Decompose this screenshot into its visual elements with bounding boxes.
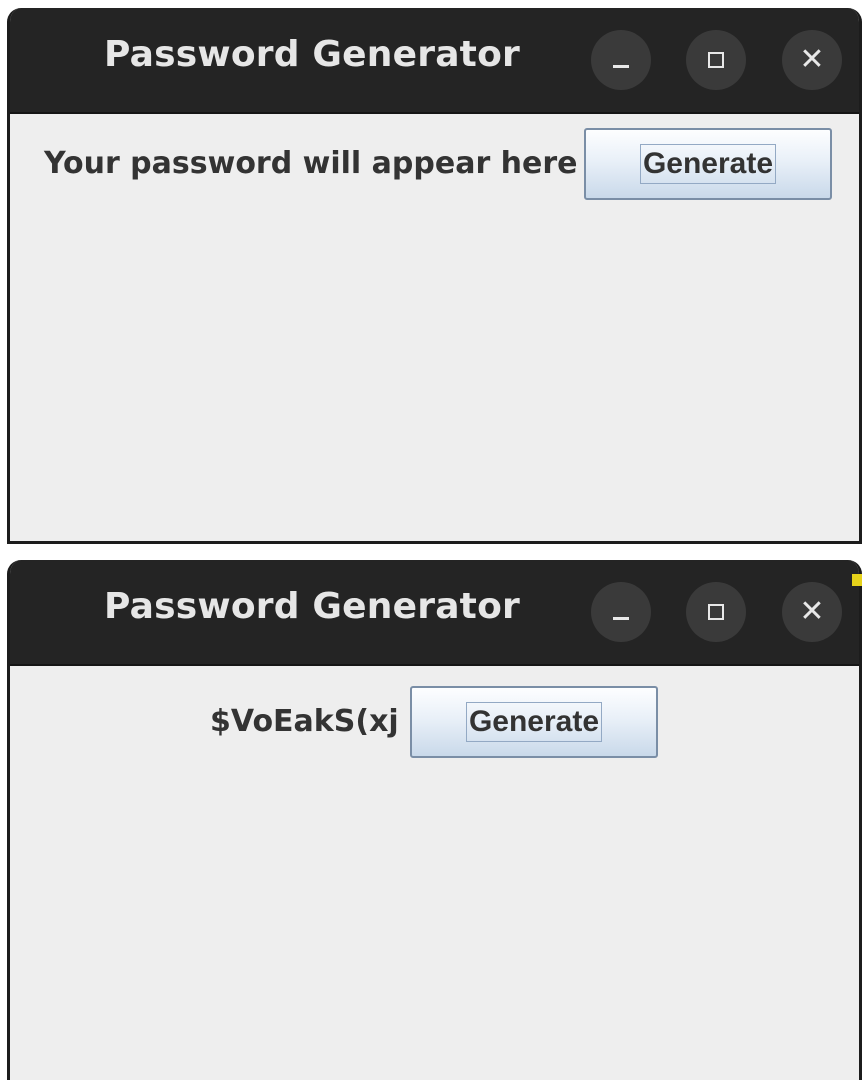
generate-button-label: Generate bbox=[639, 144, 777, 184]
window-content: Your password will appear here Generate bbox=[10, 114, 859, 541]
close-icon: ✕ bbox=[799, 594, 825, 629]
generate-button[interactable]: Generate bbox=[584, 128, 832, 200]
minimize-icon bbox=[613, 64, 629, 68]
generate-button-label: Generate bbox=[465, 702, 603, 742]
title-bar[interactable]: Password Generator ✕ bbox=[10, 8, 859, 114]
minimize-icon bbox=[613, 616, 629, 620]
password-label: $VoEakS(xj bbox=[210, 704, 399, 739]
window-content: $VoEakS(xj Generate bbox=[10, 666, 859, 1080]
title-bar[interactable]: Password Generator ✕ bbox=[10, 560, 859, 666]
maximize-icon bbox=[708, 604, 724, 620]
close-button[interactable]: ✕ bbox=[782, 582, 842, 642]
window-title: Password Generator bbox=[104, 586, 520, 627]
maximize-button[interactable] bbox=[686, 582, 746, 642]
minimize-button[interactable] bbox=[591, 582, 651, 642]
desktop-corner-artifact bbox=[852, 574, 862, 586]
password-label: Your password will appear here bbox=[44, 146, 578, 181]
maximize-button[interactable] bbox=[686, 30, 746, 90]
window-title: Password Generator bbox=[104, 34, 520, 75]
password-generator-window-2: Password Generator ✕ $VoEakS(xj Generate bbox=[7, 560, 862, 1080]
close-button[interactable]: ✕ bbox=[782, 30, 842, 90]
generate-button[interactable]: Generate bbox=[410, 686, 658, 758]
password-generator-window-1: Password Generator ✕ Your password will … bbox=[7, 8, 862, 544]
minimize-button[interactable] bbox=[591, 30, 651, 90]
close-icon: ✕ bbox=[799, 42, 825, 77]
maximize-icon bbox=[708, 52, 724, 68]
